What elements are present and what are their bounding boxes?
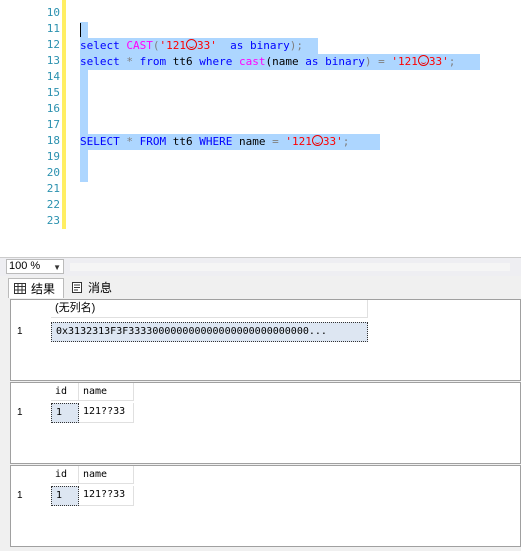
keyword: as — [305, 55, 319, 68]
keyword: SELECT — [80, 135, 120, 148]
results-pane: 结果 消息 (无列名) 1 0x3132313F3F33330000000000… — [0, 276, 521, 551]
row-number: 1 — [17, 326, 23, 337]
result-grid-2[interactable]: id name 1 1 121??33 — [10, 382, 521, 464]
table-name: tt6 — [172, 55, 193, 68]
line-number: 13 — [46, 54, 60, 67]
string-literal: 33' — [322, 135, 343, 148]
line-number: 21 — [46, 182, 60, 195]
line-number: 23 — [46, 214, 60, 227]
emoji-icon — [186, 39, 197, 50]
column-header[interactable]: name — [79, 383, 134, 401]
chevron-down-icon: ▼ — [53, 263, 61, 272]
function-name: cast — [239, 55, 266, 68]
table-name: tt6 — [172, 135, 193, 148]
text-caret — [80, 23, 81, 37]
code-line-13[interactable]: select * from tt6 where cast(name as bin… — [80, 54, 455, 70]
string-literal: '121 — [159, 39, 187, 52]
selection-highlight — [80, 70, 88, 134]
line-number: 16 — [46, 102, 60, 115]
table-cell[interactable]: 1 — [51, 403, 79, 423]
operator: ; — [342, 135, 350, 148]
line-number: 15 — [46, 86, 60, 99]
function-name: CAST — [126, 39, 153, 52]
row-number: 1 — [17, 490, 23, 501]
table-cell[interactable]: 121??33 — [79, 486, 134, 506]
line-number: 12 — [46, 38, 60, 51]
line-number: 20 — [46, 166, 60, 179]
string-literal: '121 — [285, 135, 312, 148]
zoom-value: 100 % — [9, 260, 41, 272]
table-cell[interactable]: 0x3132313F3F3333000000000000000000000000… — [51, 322, 368, 342]
column-header[interactable]: name — [79, 466, 134, 484]
column-header[interactable]: id — [51, 383, 79, 401]
argument: (name — [265, 55, 299, 68]
string-literal: 33' — [197, 39, 217, 52]
query-editor[interactable]: 10 11 12 13 14 15 16 17 18 19 20 21 22 2… — [0, 0, 521, 257]
emoji-icon — [311, 135, 323, 146]
keyword: select — [80, 55, 120, 68]
selection-highlight — [80, 22, 88, 38]
operator: ; — [448, 55, 456, 68]
row-number: 1 — [17, 407, 23, 418]
tab-results[interactable]: 结果 — [8, 278, 64, 298]
line-number: 22 — [46, 198, 60, 211]
line-number: 14 — [46, 70, 60, 83]
column-header[interactable]: id — [51, 466, 79, 484]
keyword: FROM — [139, 135, 167, 148]
operator: = — [378, 55, 385, 68]
keyword: as — [230, 39, 244, 52]
keyword: binary — [325, 55, 365, 68]
operator: * — [126, 135, 133, 148]
result-grid-1[interactable]: (无列名) 1 0x3132313F3F33330000000000000000… — [10, 299, 521, 381]
keyword: WHERE — [199, 135, 233, 148]
table-cell[interactable]: 1 — [51, 486, 79, 506]
keyword: binary — [250, 39, 290, 52]
string-literal: '121 — [391, 55, 418, 68]
keyword: where — [199, 55, 233, 68]
tab-label: 消息 — [88, 281, 113, 295]
operator: = — [272, 135, 279, 148]
string-literal: 33' — [428, 55, 449, 68]
table-cell[interactable]: 121??33 — [79, 403, 134, 423]
selection-highlight — [80, 150, 88, 182]
result-grid-3[interactable]: id name 1 1 121??33 — [10, 465, 521, 547]
keyword: select — [80, 39, 120, 52]
change-tracking-margin — [62, 0, 66, 229]
line-number: 11 — [46, 22, 60, 35]
line-number-gutter: 10 11 12 13 14 15 16 17 18 19 20 21 22 2… — [0, 0, 62, 232]
code-line-18[interactable]: SELECT * FROM tt6 WHERE name = '121 33'; — [80, 134, 349, 150]
column-name: name — [239, 135, 266, 148]
line-number: 10 — [46, 6, 60, 19]
horizontal-scrollbar[interactable] — [70, 263, 510, 271]
operator: ( — [152, 39, 160, 52]
code-line-12[interactable]: select CAST('121 33' as binary); — [80, 38, 303, 54]
line-number: 17 — [46, 118, 60, 131]
column-header[interactable]: (无列名) — [51, 300, 368, 318]
editor-status-bar: 100 % ▼ — [0, 257, 521, 276]
operator: ) — [364, 55, 372, 68]
tab-label: 结果 — [31, 282, 56, 296]
line-number: 19 — [46, 150, 60, 163]
emoji-icon — [417, 55, 429, 66]
operator: * — [126, 55, 133, 68]
keyword: from — [139, 55, 167, 68]
grid-icon — [14, 283, 26, 294]
line-number: 18 — [46, 134, 60, 147]
message-icon — [72, 282, 82, 293]
operator: ); — [289, 39, 303, 52]
zoom-select[interactable]: 100 % ▼ — [6, 259, 64, 274]
tab-messages[interactable]: 消息 — [66, 278, 126, 298]
